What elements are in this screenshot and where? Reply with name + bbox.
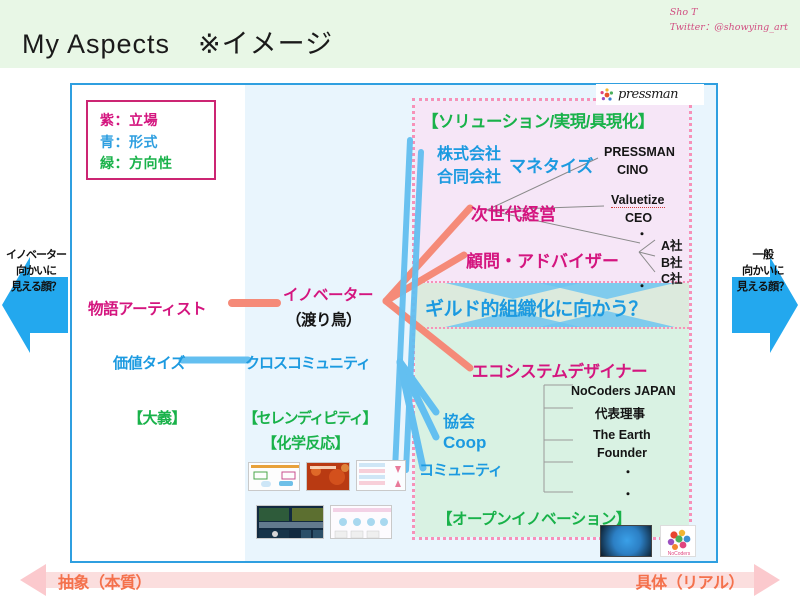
label-kabushiki-gaisha: 株式会社 <box>437 146 502 163</box>
thumbnail-slide-3 <box>356 460 406 491</box>
thumbnail-slide-5 <box>330 505 392 539</box>
label-monogatari-artist: 物語アーティスト <box>88 301 207 318</box>
label-ceo: CEO <box>625 211 653 225</box>
label-pressman: PRESSMAN <box>604 145 675 159</box>
label-komon-advisor: 顧問・アドバイザー <box>466 252 619 271</box>
label-dot-3: ・ <box>622 465 635 479</box>
left-arrow-caption: イノベーター 向かいに 見える顔？ <box>3 248 69 296</box>
solution-heading: 【ソリューション/実現/具現化】 <box>422 113 654 131</box>
legend-item-green: 緑：方向性 <box>100 155 173 172</box>
pressman-mark-icon <box>600 87 613 101</box>
label-the-earth: The Earth <box>593 428 651 442</box>
axis-label-concrete: 具体（リアル） <box>635 575 745 592</box>
label-monetize: マネタイズ <box>509 157 594 176</box>
legend-item-blue: 青：形式 <box>100 133 158 150</box>
abstraction-axis: 抽象（本質） 具体（リアル） <box>0 564 800 596</box>
nocoders-logo-icon: NoCoders <box>661 526 695 557</box>
thumbnail-4-art <box>257 506 323 538</box>
label-daihyo-riji: 代表理事 <box>595 407 646 421</box>
thumbnail-slide-1 <box>248 462 300 491</box>
label-dot-2: ・ <box>636 279 649 293</box>
footer-band <box>0 596 800 601</box>
label-dot-1: ・ <box>636 227 649 241</box>
thumbnail-3-art <box>357 461 405 490</box>
label-innovator: イノベーター <box>283 287 374 304</box>
thumbnail-1-art <box>249 463 299 490</box>
label-cross-community: クロスコミュニティ <box>245 355 371 372</box>
label-godo-gaisha: 合同会社 <box>437 169 502 186</box>
label-kyokai: 協会 <box>443 414 476 431</box>
right-caption-line3: 見える顔？ <box>736 280 790 293</box>
thumbnail-2-art <box>307 463 349 490</box>
label-taigi: 【大義】 <box>128 410 187 427</box>
pressman-logo: pressman <box>596 84 704 105</box>
label-valuetize: Valuetize <box>611 193 665 208</box>
label-community: コミュニティ <box>419 462 503 479</box>
legend-item-purple: 紫：立場 <box>100 112 158 128</box>
label-cino: CINO <box>617 163 649 177</box>
label-jisedai-keiei: 次世代経営 <box>471 205 556 224</box>
label-coop: Coop <box>443 433 487 452</box>
credit-twitter: Twitter：@showying_art <box>669 21 788 33</box>
credit-name: Sho T <box>669 7 698 18</box>
pressman-logo-text: pressman <box>618 87 679 102</box>
label-company-c: C社 <box>661 272 683 286</box>
slide-canvas: My Aspects ※イメージ Sho T Twitter：@showying… <box>0 0 800 601</box>
label-kagaku-hanno: 【化学反応】 <box>262 435 350 452</box>
label-kachi-tize: 価値タイズ <box>113 355 186 372</box>
color-legend: 紫：立場 青：形式 緑：方向性 <box>86 100 216 180</box>
label-serendipity: 【セレンディピティ】 <box>243 410 378 427</box>
author-credit: Sho T Twitter：@showying_art <box>670 6 788 35</box>
thumbnail-earth <box>600 525 652 557</box>
page-title: My Aspects ※イメージ <box>22 29 334 59</box>
thumbnail-nocoders-logo: NoCoders <box>660 525 696 557</box>
label-innovator-sub: （渡り鳥） <box>286 312 362 329</box>
eco-heading: エコシステムデザイナー <box>472 363 648 381</box>
left-caption-line3: 見える顔？ <box>11 280 62 293</box>
thumbnail-slide-4 <box>256 505 324 539</box>
guild-heading: ギルド的組織化に向かう？ <box>425 299 648 320</box>
right-caption-line1: 一般 <box>752 249 775 261</box>
thumbnail-5-art <box>331 506 391 538</box>
right-caption-line2: 向かいに <box>742 264 785 277</box>
left-caption-line2: 向かいに <box>16 264 57 277</box>
left-caption-line1: イノベーター <box>6 249 67 261</box>
svg-text:NoCoders: NoCoders <box>668 551 691 557</box>
thumbnail-slide-2 <box>306 462 350 491</box>
label-dot-4: ・ <box>622 487 635 501</box>
right-arrow-caption: 一般 向かいに 見える顔？ <box>730 248 796 296</box>
axis-label-abstract: 抽象（本質） <box>58 575 152 592</box>
label-nocoders-japan: NoCoders JAPAN <box>571 384 676 398</box>
label-founder: Founder <box>597 446 647 460</box>
